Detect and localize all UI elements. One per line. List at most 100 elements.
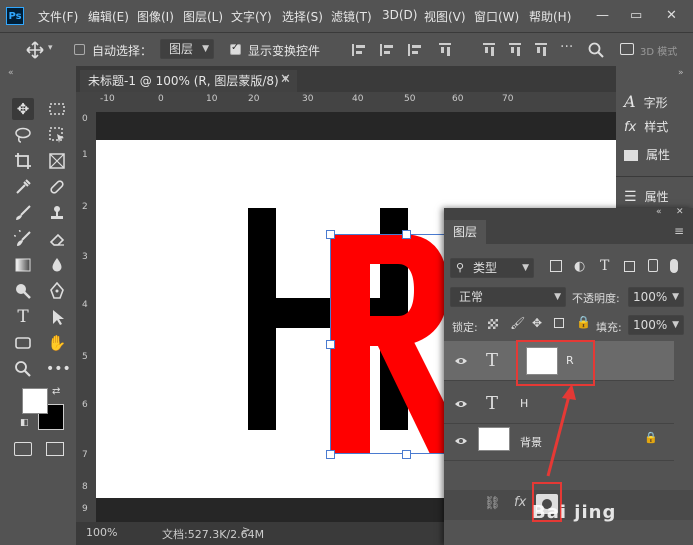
search-icon[interactable] bbox=[588, 42, 604, 58]
opacity-input[interactable]: 100% ▼ bbox=[628, 287, 684, 307]
status-menu-icon[interactable]: > bbox=[242, 525, 250, 536]
dodge-tool-icon[interactable] bbox=[12, 280, 34, 302]
opacity-label: 不透明度: bbox=[572, 292, 620, 305]
distribute-top-icon[interactable] bbox=[483, 43, 495, 57]
menu-select[interactable]: 选择(S) bbox=[282, 8, 323, 25]
frame-tool-icon[interactable] bbox=[46, 150, 68, 172]
collapse-icon[interactable]: « bbox=[8, 68, 14, 78]
brush-tool-icon[interactable] bbox=[12, 202, 34, 224]
styles-panel-button[interactable]: fx 样式 bbox=[624, 118, 668, 144]
eraser-tool-icon[interactable] bbox=[46, 228, 68, 250]
path-selection-tool-icon[interactable] bbox=[46, 306, 68, 328]
menu-3d[interactable]: 3D(D) bbox=[382, 8, 417, 22]
filter-pixel-icon[interactable] bbox=[550, 260, 562, 272]
rectangle-tool-icon[interactable] bbox=[12, 332, 34, 354]
menu-type[interactable]: 文字(Y) bbox=[231, 8, 272, 25]
foreground-color-swatch[interactable] bbox=[22, 388, 48, 414]
type-tool-icon[interactable]: T bbox=[12, 306, 34, 328]
zoom-level[interactable]: 100% bbox=[86, 526, 117, 539]
blend-mode-dropdown[interactable]: 正常 ▼ bbox=[450, 287, 566, 307]
canvas-letter-r: R bbox=[96, 140, 97, 141]
lock-pixels-icon[interactable]: 🖌 bbox=[510, 316, 525, 330]
more-options-icon[interactable]: ··· bbox=[560, 39, 573, 55]
marquee-tool-icon[interactable] bbox=[46, 98, 68, 120]
visibility-eye-icon[interactable] bbox=[454, 397, 468, 411]
object-select-tool-icon[interactable] bbox=[46, 124, 68, 146]
pen-tool-icon[interactable] bbox=[46, 280, 68, 302]
hand-tool-icon[interactable]: ✋ bbox=[46, 332, 68, 354]
align-right-icon[interactable] bbox=[408, 44, 422, 56]
menu-image[interactable]: 图像(I) bbox=[137, 8, 174, 25]
lock-all-icon[interactable]: 🔒 bbox=[576, 315, 591, 329]
menu-window[interactable]: 窗口(W) bbox=[474, 8, 519, 25]
healing-brush-tool-icon[interactable] bbox=[46, 176, 68, 198]
menu-layer[interactable]: 图层(L) bbox=[183, 8, 223, 25]
close-tab-icon[interactable]: ✕ bbox=[280, 72, 291, 87]
lasso-tool-icon[interactable] bbox=[12, 124, 34, 146]
transform-handle[interactable] bbox=[402, 230, 411, 239]
collapse-icon[interactable]: « bbox=[656, 207, 662, 217]
auto-select-checkbox[interactable] bbox=[74, 44, 85, 55]
link-layers-icon[interactable]: ⛓ bbox=[484, 496, 501, 511]
crop-tool-icon[interactable] bbox=[12, 150, 34, 172]
quick-mask-icon[interactable] bbox=[14, 442, 32, 456]
visibility-eye-icon[interactable] bbox=[454, 434, 468, 448]
transform-handle[interactable] bbox=[326, 450, 335, 459]
filter-adjustment-icon[interactable]: ◐ bbox=[574, 259, 585, 274]
lock-artboard-icon[interactable] bbox=[554, 318, 564, 328]
move-tool-icon[interactable]: ✥ bbox=[12, 98, 34, 120]
filter-type-icon[interactable]: T bbox=[600, 258, 609, 274]
auto-select-value: 图层 bbox=[169, 42, 194, 56]
lock-position-icon[interactable]: ✥ bbox=[532, 316, 542, 330]
document-tab[interactable]: 未标题-1 @ 100% (R, 图层蒙版/8) * bbox=[80, 70, 297, 92]
close-window-icon[interactable]: ✕ bbox=[666, 8, 677, 23]
transform-handle[interactable] bbox=[326, 340, 335, 349]
blur-tool-icon[interactable] bbox=[46, 254, 68, 276]
screen-mode-icon[interactable] bbox=[46, 442, 64, 456]
align-center-icon[interactable] bbox=[380, 44, 394, 56]
layer-filter-dropdown[interactable]: ⚲ 类型 ▼ bbox=[450, 258, 534, 278]
menu-filter[interactable]: 滤镜(T) bbox=[331, 8, 372, 25]
move-tool-icon[interactable] bbox=[26, 41, 44, 59]
glyphs-label: 字形 bbox=[643, 96, 668, 110]
align-top-icon[interactable] bbox=[439, 43, 451, 57]
swap-colors-icon[interactable]: ⇄ bbox=[52, 386, 60, 397]
visibility-eye-icon[interactable] bbox=[454, 354, 468, 368]
minimize-icon[interactable]: — bbox=[596, 8, 609, 23]
history-brush-tool-icon[interactable] bbox=[11, 227, 34, 250]
distribute-middle-icon[interactable] bbox=[509, 43, 521, 57]
close-panel-icon[interactable]: ✕ bbox=[676, 207, 684, 217]
eyedropper-tool-icon[interactable] bbox=[12, 176, 34, 198]
gradient-tool-icon[interactable] bbox=[12, 254, 34, 276]
panel-menu-icon[interactable]: ≡ bbox=[674, 224, 684, 238]
transform-handle[interactable] bbox=[326, 230, 335, 239]
workspace-icon[interactable] bbox=[620, 43, 634, 55]
menu-edit[interactable]: 编辑(E) bbox=[88, 8, 129, 25]
filter-toggle-icon[interactable] bbox=[670, 259, 678, 273]
clone-stamp-tool-icon[interactable] bbox=[46, 202, 68, 224]
transform-handle[interactable] bbox=[402, 450, 411, 459]
edit-toolbar-icon[interactable]: ••• bbox=[46, 358, 71, 380]
glyphs-panel-button[interactable]: A 字形 bbox=[624, 92, 668, 118]
tab-layers[interactable]: 图层 bbox=[444, 220, 486, 244]
ruler-label: 20 bbox=[248, 94, 260, 104]
menu-help[interactable]: 帮助(H) bbox=[529, 8, 571, 25]
fill-input[interactable]: 100% ▼ bbox=[628, 315, 684, 335]
menu-file[interactable]: 文件(F) bbox=[38, 8, 78, 25]
maximize-icon[interactable]: ▭ bbox=[630, 8, 642, 23]
collapse-icon[interactable]: » bbox=[678, 68, 684, 78]
lock-icon: 🔒 bbox=[644, 431, 658, 444]
zoom-tool-icon[interactable] bbox=[12, 358, 34, 380]
auto-select-dropdown[interactable]: 图层 ▼ bbox=[160, 39, 214, 59]
distribute-bottom-icon[interactable] bbox=[535, 43, 547, 57]
tool-preset-chevron-icon[interactable]: ▾ bbox=[48, 43, 53, 53]
menu-view[interactable]: 视图(V) bbox=[424, 8, 466, 25]
default-colors-icon[interactable]: ◧ bbox=[20, 418, 29, 428]
show-transform-checkbox[interactable] bbox=[230, 42, 241, 55]
align-left-icon[interactable] bbox=[352, 44, 366, 56]
filter-smart-object-icon[interactable] bbox=[648, 259, 658, 272]
properties-panel-button[interactable]: 属性 bbox=[624, 146, 670, 172]
fx-icon[interactable]: fx bbox=[514, 495, 526, 510]
lock-transparent-icon[interactable] bbox=[488, 319, 498, 329]
filter-shape-icon[interactable] bbox=[624, 261, 635, 272]
